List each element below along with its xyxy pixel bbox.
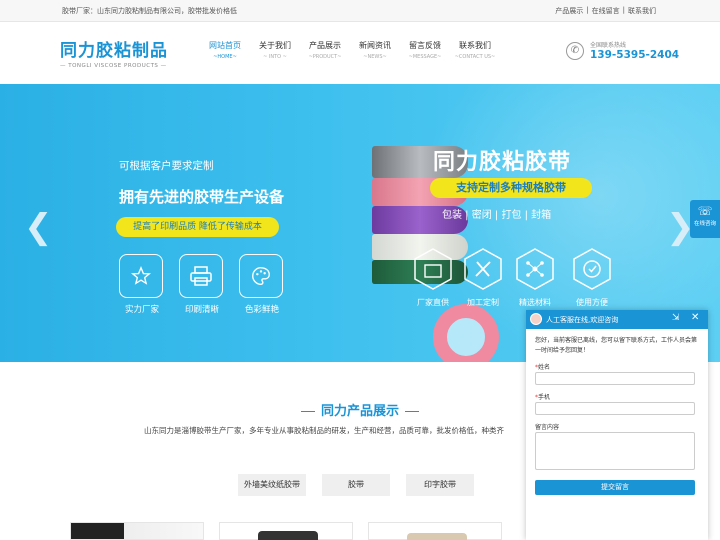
phone-label-text: 手机 xyxy=(538,394,551,401)
phone-input[interactable] xyxy=(535,402,695,415)
phone-icon: ✆ xyxy=(566,42,584,60)
hex-label: 使用方便 xyxy=(576,298,608,307)
nav-sublabel: ~NEWS~ xyxy=(363,54,387,60)
agent-avatar xyxy=(530,313,542,325)
printer-icon xyxy=(179,254,223,298)
top-link-sep: | xyxy=(622,6,625,14)
top-link-message[interactable]: 在线留言 xyxy=(592,6,620,16)
online-consult-button[interactable]: ☏ 在线咨询 xyxy=(690,200,720,238)
chat-header: 人工客服在线,欢迎咨询 ⇲ ✕ xyxy=(526,310,708,329)
content-field-label: 留言内容 xyxy=(535,424,560,431)
feature-label: 实力厂家 xyxy=(124,305,159,315)
banner-yellow-pill: 支持定制多种规格胶带 xyxy=(430,178,592,198)
hotline-number: 139-5395-2404 xyxy=(590,49,680,61)
network-icon xyxy=(515,247,555,291)
nav-sublabel: ~PRODUCT~ xyxy=(308,54,342,60)
nav-sublabel: ~HOME~ xyxy=(213,54,237,60)
red-tape-image xyxy=(433,304,499,362)
chat-title: 人工客服在线,欢迎咨询 xyxy=(546,316,619,324)
top-links: 产品展示 | 在线留言 | 联系我们 xyxy=(555,6,656,16)
banner-line2: 拥有先进的胶带生产设备 xyxy=(119,188,285,206)
product-thumbnail[interactable] xyxy=(70,522,204,540)
nav-item-about[interactable]: 关于我们 ~ INTO ~ xyxy=(250,40,300,60)
tab-tape[interactable]: 胶带 xyxy=(322,474,390,496)
nav-sublabel: ~MESSAGE~ xyxy=(408,54,442,60)
star-icon xyxy=(119,254,163,298)
tab-masking-tape[interactable]: 外墙美纹纸胶带 xyxy=(238,474,306,496)
submit-message-button[interactable]: 提交留言 xyxy=(535,480,695,495)
nav-label: 留言反馈 xyxy=(409,41,441,50)
nav-label: 产品展示 xyxy=(309,41,341,50)
nav-item-message[interactable]: 留言反馈 ~MESSAGE~ xyxy=(400,40,450,60)
chat-offline-message: 您好，当前客服已离线，您可以留下联系方式，工作人员会第一时间给予您回复！ xyxy=(535,337,698,354)
feature-strength: 实力厂家 xyxy=(119,254,165,315)
top-bar: 胶带厂家：山东同力胶粘制品有限公司，胶带批发价格低 产品展示 | 在线留言 | … xyxy=(0,0,720,22)
factory-icon xyxy=(413,247,453,291)
banner-line1: 可根据客户要求定制 xyxy=(119,160,214,172)
chat-panel: 人工客服在线,欢迎咨询 ⇲ ✕ 您好，当前客服已离线，您可以留下联系方式，工作人… xyxy=(526,310,708,540)
product-tabs: 外墙美纹纸胶带 胶带 印字胶带 xyxy=(238,474,474,496)
name-label-text: 姓名 xyxy=(538,364,551,371)
headset-icon: ☏ xyxy=(697,204,713,218)
hex-label: 精选材料 xyxy=(519,298,551,307)
top-intro: 胶带厂家：山东同力胶粘制品有限公司，胶带批发价格低 xyxy=(62,7,237,15)
convenience-icon xyxy=(572,247,612,291)
online-consult-label: 在线咨询 xyxy=(693,221,716,227)
hex-feature-material: 精选材料 xyxy=(510,247,560,308)
nav-item-news[interactable]: 新闻资讯 ~NEWS~ xyxy=(350,40,400,60)
product-roll-image xyxy=(407,533,467,540)
products-title-text: 同力产品展示 xyxy=(320,404,399,419)
top-link-sep: | xyxy=(586,6,589,14)
name-field-label: *姓名 xyxy=(535,362,550,371)
nav-item-contact[interactable]: 联系我们 ~CONTACT US~ xyxy=(450,40,500,60)
feature-color: 色彩鲜艳 xyxy=(239,254,285,315)
top-link-products[interactable]: 产品展示 xyxy=(555,6,583,16)
logo-name: 同力胶粘制品 xyxy=(60,41,168,61)
product-roll-image xyxy=(258,531,318,540)
title-dash xyxy=(300,411,315,412)
logo-sub: — TONGLI VISCOSE PRODUCTS — xyxy=(60,63,167,69)
top-link-contact[interactable]: 联系我们 xyxy=(628,6,656,16)
products-description: 山东同力是淄博胶带生产厂家，多年专业从事胶粘制品的研发，生产和经营，品质可靠，批… xyxy=(144,426,504,435)
message-textarea[interactable] xyxy=(535,432,695,470)
hex-feature-easy: 使用方便 xyxy=(567,247,617,308)
product-thumbnail[interactable] xyxy=(368,522,502,540)
palette-icon xyxy=(239,254,283,298)
feature-label: 印刷清晰 xyxy=(184,305,219,315)
hex-feature-custom: 加工定制 xyxy=(458,247,508,308)
site-logo[interactable]: 同力胶粘制品 — TONGLI VISCOSE PRODUCTS — xyxy=(60,36,168,69)
nav-sublabel: ~CONTACT US~ xyxy=(454,54,496,60)
banner-prev-arrow-icon[interactable]: ❮ xyxy=(24,210,53,244)
close-icon[interactable]: ✕ xyxy=(691,312,699,323)
hotline-label: 全国联系热线 xyxy=(590,42,627,49)
banner-big-title: 同力胶粘胶带 xyxy=(433,150,572,175)
main-nav: 网站首页 ~HOME~ 关于我们 ~ INTO ~ 产品展示 ~PRODUCT~… xyxy=(200,40,500,60)
tab-printed-tape[interactable]: 印字胶带 xyxy=(406,474,474,496)
name-input[interactable] xyxy=(535,372,695,385)
nav-label: 关于我们 xyxy=(259,41,291,50)
hex-feature-direct: 厂家直供 xyxy=(408,247,458,308)
banner-small-text: 包装 | 密闭 | 打包 | 封箱 xyxy=(442,210,552,221)
nav-label: 联系我们 xyxy=(459,41,491,50)
feature-label: 色彩鲜艳 xyxy=(244,305,279,315)
feature-print: 印刷清晰 xyxy=(179,254,225,315)
title-dash xyxy=(405,411,419,412)
nav-sublabel: ~ INTO ~ xyxy=(263,54,287,60)
minimize-icon[interactable]: ⇲ xyxy=(672,313,680,323)
nav-item-home[interactable]: 网站首页 ~HOME~ xyxy=(200,40,250,60)
nav-label: 新闻资讯 xyxy=(359,41,391,50)
product-thumbnail[interactable] xyxy=(219,522,353,540)
phone-field-label: *手机 xyxy=(535,392,550,401)
hex-label: 厂家直供 xyxy=(417,298,449,307)
header: 同力胶粘制品 — TONGLI VISCOSE PRODUCTS — 网站首页 … xyxy=(0,22,720,84)
nav-label: 网站首页 xyxy=(209,41,241,50)
hex-label: 加工定制 xyxy=(467,298,499,307)
nav-item-products[interactable]: 产品展示 ~PRODUCT~ xyxy=(300,40,350,60)
banner-pill: 提高了印刷品质 降低了传输成本 xyxy=(116,217,279,237)
tools-icon xyxy=(463,247,503,291)
